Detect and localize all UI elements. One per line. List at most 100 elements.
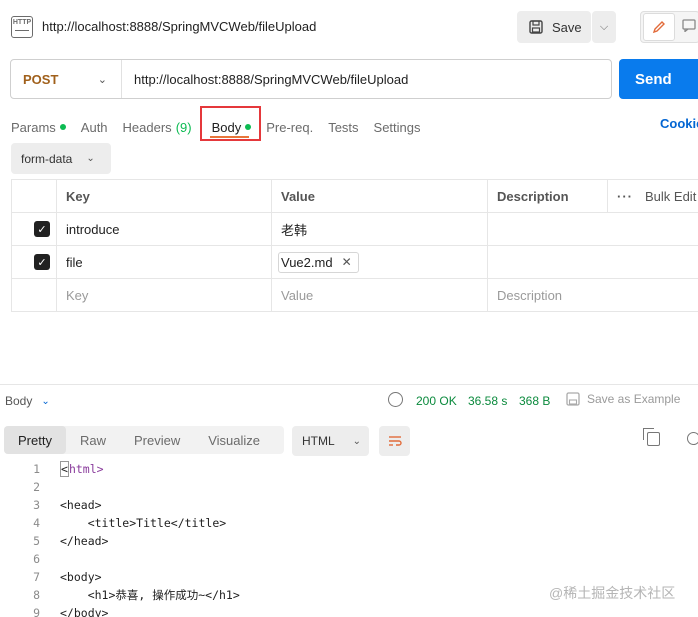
status-code[interactable]: 200 OK (416, 394, 457, 408)
pencil-icon[interactable] (643, 13, 675, 41)
key-cell[interactable]: file (57, 246, 272, 278)
tab-tests[interactable]: Tests (328, 116, 358, 138)
tab-params[interactable]: Params (11, 116, 66, 138)
save-as-example-label: Save as Example (587, 392, 681, 406)
tab-headers[interactable]: Headers (9) (123, 116, 192, 138)
table-header-row: Key Value Description ··· Bulk Edit (12, 180, 698, 213)
chevron-down-icon: ⌄ (97, 73, 107, 86)
code-line: 3 <head> (0, 496, 698, 514)
tab-auth-label: Auth (80, 119, 108, 135)
status-dot (59, 124, 66, 130)
form-data-table: Key Value Description ··· Bulk Edit ✓ in… (11, 179, 698, 312)
save-as-example-button[interactable]: Save as Example (566, 392, 680, 406)
line-number: 1 (33, 462, 40, 476)
table-row-empty: Key Value Description (12, 279, 698, 312)
tab-settings[interactable]: Settings (374, 116, 421, 138)
tab-prereq[interactable]: Pre-req. (266, 116, 313, 138)
cookies-link[interactable]: Cookie (660, 116, 698, 131)
tab-raw[interactable]: Raw (66, 426, 120, 454)
key-cell[interactable]: introduce (57, 213, 272, 245)
chevron-down-icon: ⌵ (599, 20, 609, 33)
chevron-down-icon: ⌄ (41, 395, 50, 407)
checkmark-icon[interactable]: ✓ (34, 221, 50, 237)
close-icon[interactable]: ✕ (342, 255, 352, 269)
code-line: 9 </body> (0, 604, 698, 617)
key-column-header: Key (57, 180, 272, 212)
request-title[interactable]: http://localhost:8888/SpringMVCWeb/fileU… (42, 19, 316, 34)
tab-tests-label: Tests (328, 119, 359, 135)
save-dropdown-button[interactable]: ⌵ (592, 11, 616, 43)
bulk-edit-label: Bulk Edit (645, 188, 697, 204)
tab-visualize[interactable]: Visualize (194, 426, 274, 454)
more-icon[interactable]: ··· (617, 189, 633, 204)
code-line: 2 (0, 478, 698, 496)
row-checkbox[interactable]: ✓ (12, 213, 57, 245)
response-time[interactable]: 36.58 s (468, 394, 507, 408)
save-button[interactable]: Save (517, 11, 591, 43)
wrap-icon[interactable] (379, 426, 410, 456)
checkmark-icon[interactable]: ✓ (34, 254, 50, 270)
value-cell[interactable]: Vue2.md ✕ (272, 246, 488, 278)
code-text: <title>Title</title> (60, 516, 227, 530)
description-input[interactable]: Description (488, 279, 698, 312)
bulk-edit-button[interactable]: ··· Bulk Edit (608, 180, 698, 212)
tab-prereq-label: Pre-req. (266, 119, 314, 135)
description-cell[interactable] (488, 213, 698, 245)
tab-pretty[interactable]: Pretty (4, 426, 66, 454)
table-row: ✓ file Vue2.md ✕ (12, 246, 698, 279)
code-text: <h1>恭喜, 操作成功~</h1> (60, 588, 240, 602)
line-number: 4 (33, 516, 40, 530)
row-checkbox[interactable]: ✓ (12, 246, 57, 278)
tab-auth[interactable]: Auth (81, 116, 108, 138)
tab-preview[interactable]: Preview (120, 426, 194, 454)
value-column-header: Value (272, 180, 488, 212)
code-text: </head> (60, 534, 109, 548)
response-size[interactable]: 368 B (519, 394, 550, 408)
tab-headers-label: Headers (122, 119, 172, 135)
http-icon: HTTP (11, 16, 33, 38)
globe-icon[interactable] (388, 392, 403, 407)
code-text: <html> (60, 461, 104, 477)
send-button[interactable]: Send (619, 59, 698, 99)
response-label: Body (5, 394, 33, 408)
code-line: 4 <title>Title</title> (0, 514, 698, 532)
body-type-select[interactable]: form-data ⌄ (11, 143, 111, 174)
annotation-highlight-box (200, 106, 261, 141)
line-number: 2 (33, 480, 40, 494)
line-number: 3 (33, 498, 40, 512)
tab-settings-label: Settings (373, 119, 421, 135)
method-select[interactable]: POST ⌄ (11, 60, 122, 98)
empty-checkbox-cell (12, 279, 57, 312)
table-row: ✓ introduce 老韩 (12, 213, 698, 246)
code-line: 6 (0, 550, 698, 568)
line-number: 9 (33, 606, 40, 617)
response-view-tabs: Pretty Raw Preview Visualize (4, 426, 284, 454)
save-icon (529, 20, 543, 34)
save-label: Save (552, 19, 582, 35)
url-input[interactable]: http://localhost:8888/SpringMVCWeb/fileU… (122, 72, 408, 87)
tab-params-label: Params (11, 119, 56, 135)
search-icon[interactable] (687, 432, 698, 445)
description-cell[interactable] (488, 246, 698, 278)
line-number: 8 (33, 588, 40, 602)
code-text: </body> (60, 606, 109, 617)
chevron-down-icon: ⌄ (352, 435, 362, 447)
body-type-label: form-data (21, 151, 73, 166)
line-number: 6 (33, 552, 40, 566)
file-name: Vue2.md (281, 254, 333, 270)
chevron-down-icon: ⌄ (86, 153, 95, 164)
code-text: <head> (60, 498, 102, 512)
value-cell[interactable]: 老韩 (272, 213, 488, 245)
description-column-header: Description (488, 180, 608, 212)
comment-icon[interactable] (682, 19, 696, 35)
copy-icon[interactable] (643, 428, 660, 446)
format-select[interactable]: HTML ⌄ (292, 426, 369, 456)
line-number: 5 (33, 534, 40, 548)
file-chip: Vue2.md ✕ (278, 251, 359, 273)
value-input[interactable]: Value (272, 279, 488, 312)
key-input[interactable]: Key (57, 279, 272, 312)
response-section-select[interactable]: Body ⌄ (5, 394, 50, 408)
save-icon (566, 392, 580, 406)
code-line: 5 </head> (0, 532, 698, 550)
url-bar: POST ⌄ http://localhost:8888/SpringMVCWe… (10, 59, 612, 99)
